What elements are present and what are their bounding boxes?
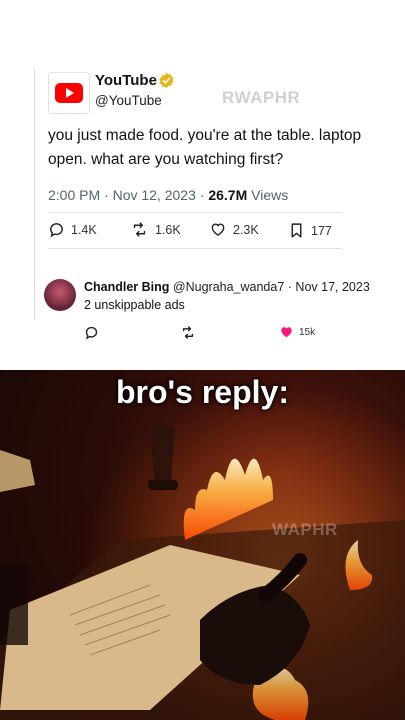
youtube-avatar[interactable] — [48, 72, 90, 114]
reply-button[interactable]: 1.4K — [48, 221, 97, 238]
reply-avatar[interactable] — [44, 279, 76, 311]
reply-count: 1.4K — [71, 222, 97, 237]
reply-reply-button[interactable] — [84, 325, 99, 340]
account-handle[interactable]: @YouTube — [95, 93, 162, 108]
bookmark-icon — [291, 223, 302, 238]
reply-author-handle[interactable]: @Nugraha_wanda7 — [173, 280, 284, 294]
thread-line — [34, 70, 35, 320]
divider — [48, 248, 342, 249]
verified-badge-icon — [159, 72, 174, 89]
tweet-text: you just made food. you're at the table.… — [48, 127, 362, 168]
burning-paper-scene — [0, 370, 405, 720]
views-label: Views — [251, 187, 289, 203]
tweet-meta: 2:00 PM · Nov 12, 2023 · 26.7M Views — [48, 187, 289, 203]
youtube-logo-icon — [55, 83, 83, 103]
reply-header: Chandler Bing @Nugraha_wanda7 · Nov 17, … — [84, 280, 370, 294]
bookmark-count: 177 — [311, 223, 332, 238]
retweet-button[interactable]: 1.6K — [130, 221, 181, 238]
watermark-text: RWAPHR — [222, 88, 301, 107]
reply-like-count: 15k — [299, 326, 316, 338]
tweet-time[interactable]: 2:00 PM — [48, 187, 100, 203]
reply-text: 2 unskippable ads — [84, 298, 185, 312]
video-frame: WAPHR bro's reply: — [0, 370, 405, 720]
retweet-icon — [133, 222, 146, 237]
retweet-icon — [182, 326, 194, 339]
reply-retweet-button[interactable] — [180, 325, 196, 340]
heart-filled-icon — [281, 327, 292, 338]
reply-icon — [50, 223, 63, 238]
watermark-text: WAPHR — [272, 520, 338, 539]
tweet-screenshot: YouTube @YouTube RWAPHR you just made fo… — [0, 0, 405, 370]
reply-author-name[interactable]: Chandler Bing — [84, 280, 169, 294]
heart-icon — [211, 223, 225, 237]
like-count: 2.3K — [233, 222, 259, 237]
views-count: 26.7M — [208, 187, 248, 203]
reply-icon — [85, 326, 98, 340]
like-button[interactable]: 2.3K — [209, 221, 259, 238]
reply-like-button[interactable]: 15k — [279, 325, 315, 339]
reply-date[interactable]: Nov 17, 2023 — [295, 280, 369, 294]
retweet-count: 1.6K — [155, 222, 181, 237]
account-name[interactable]: YouTube — [95, 72, 157, 89]
bookmark-button[interactable]: 177 — [288, 221, 332, 240]
video-caption: bro's reply: — [116, 374, 289, 410]
tweet-date[interactable]: Nov 12, 2023 — [113, 187, 196, 203]
divider — [48, 212, 342, 213]
